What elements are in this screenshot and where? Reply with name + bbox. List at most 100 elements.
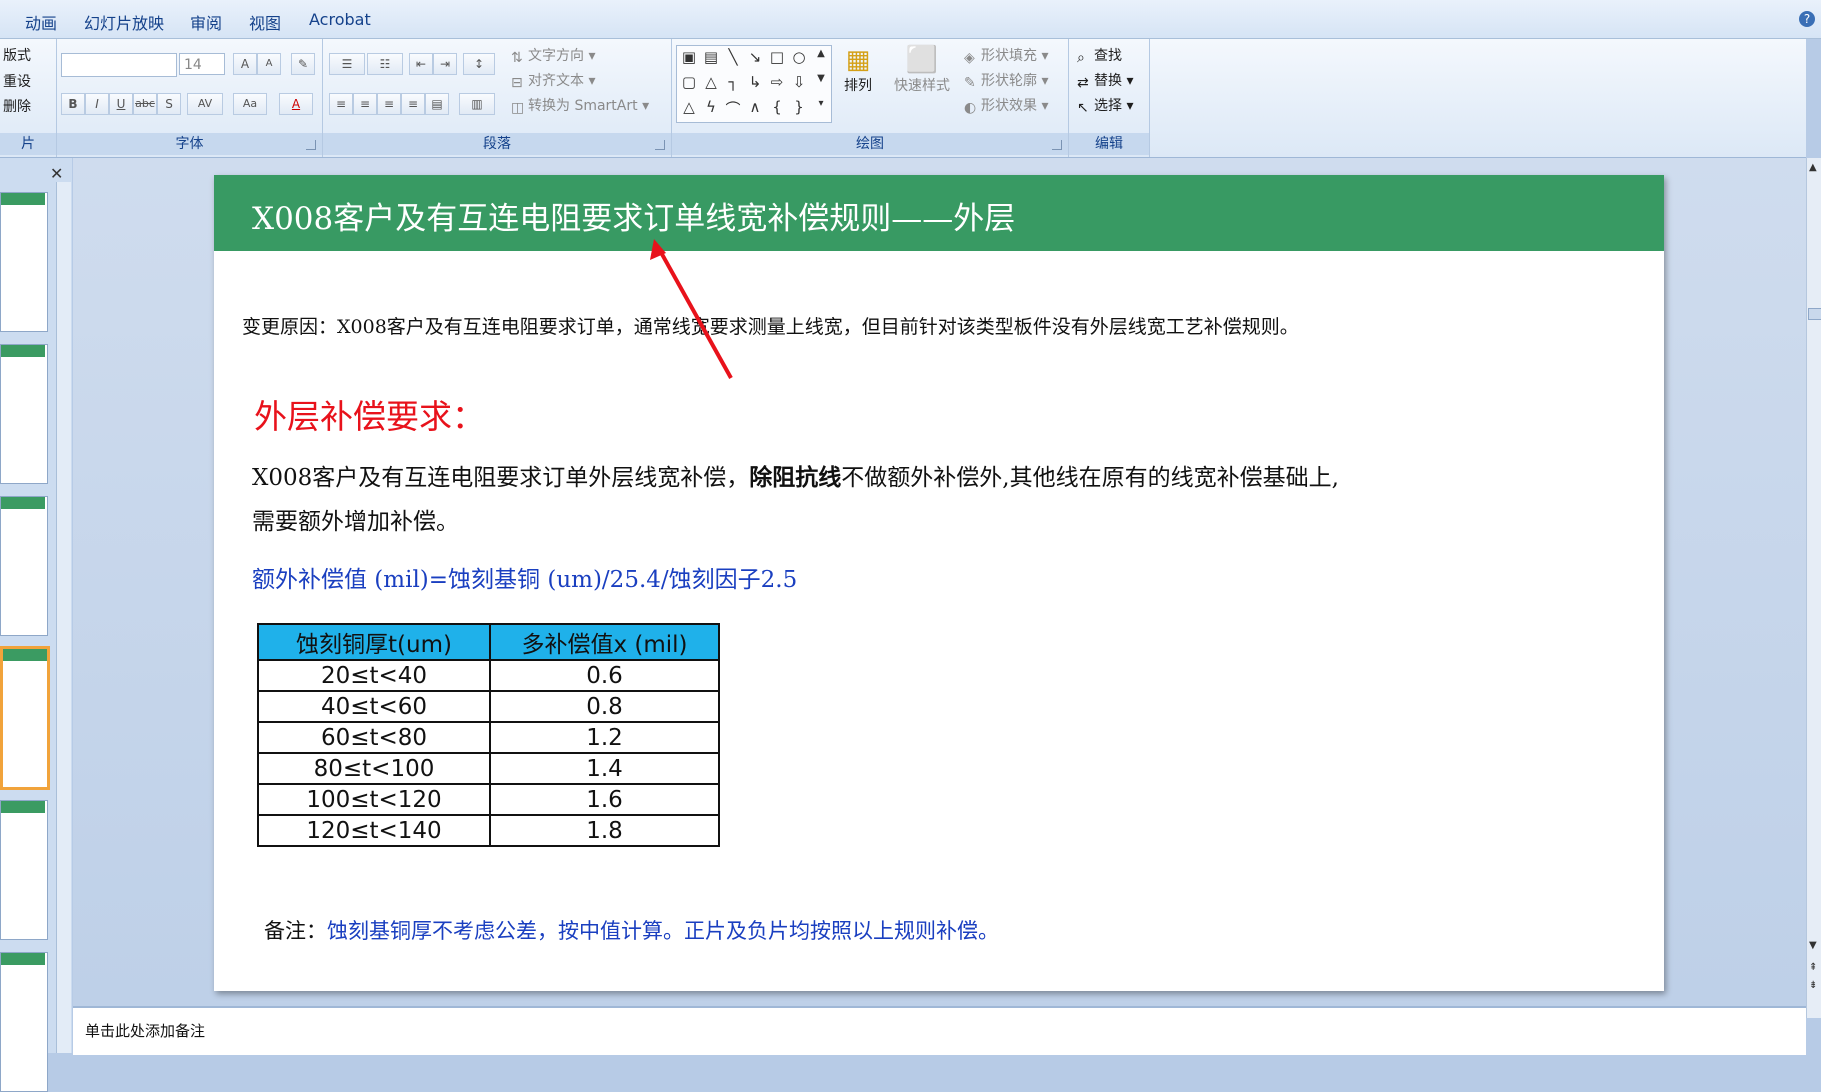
- shrink-font-button[interactable]: A: [257, 53, 281, 75]
- shapes-gallery[interactable]: ▣ ▤ ╲ ↘ □ ○ ▢ △ ┐ ↳ ⇨ ⇩ △ ϟ ⌒ ∧ { } ▲ ▼ …: [676, 45, 832, 123]
- shape-fill-button[interactable]: ◈ 形状填充 ▾: [964, 45, 1048, 66]
- change-reason-text[interactable]: 变更原因：X008客户及有互连电阻要求订单，通常线宽要求测量上线宽，但目前针对该…: [242, 312, 1299, 339]
- textbox-shape-icon[interactable]: ▣: [679, 48, 699, 66]
- notes-pane[interactable]: 单击此处添加备注: [73, 1006, 1806, 1055]
- gallery-more-icon[interactable]: ▾: [811, 98, 831, 109]
- help-icon[interactable]: ?: [1799, 11, 1815, 27]
- slide[interactable]: X008客户及有互连电阻要求订单线宽补偿规则——外层 变更原因：X008客户及有…: [214, 175, 1664, 991]
- scroll-up-icon[interactable]: ▲: [1809, 162, 1817, 173]
- paragraph-dialog-launcher[interactable]: [655, 140, 665, 150]
- line-shape-icon[interactable]: ╲: [723, 48, 743, 66]
- numbering-button[interactable]: ☷: [367, 53, 403, 75]
- gallery-scroll-up-icon[interactable]: ▲: [811, 48, 831, 59]
- font-dialog-launcher[interactable]: [306, 140, 316, 150]
- change-case-button[interactable]: Aa: [233, 93, 267, 115]
- rounded-rect-icon[interactable]: ▢: [679, 73, 699, 91]
- arrange-button[interactable]: ▦ 排列: [836, 45, 880, 125]
- menu-animations[interactable]: 动画: [25, 10, 57, 34]
- vertical-textbox-icon[interactable]: ▤: [701, 48, 721, 66]
- lightning-shape-icon[interactable]: ϟ: [701, 98, 721, 116]
- slides-pane-scrollbar[interactable]: [56, 182, 71, 1053]
- increase-indent-button[interactable]: ⇥: [433, 53, 457, 75]
- table-cell: 1.4: [489, 752, 720, 785]
- scroll-thumb[interactable]: [1808, 308, 1821, 320]
- table-cell: 1.2: [489, 721, 720, 754]
- requirement-line-2[interactable]: 需要额外增加补偿。: [252, 502, 459, 536]
- bullets-button[interactable]: ☰: [329, 53, 365, 75]
- line-spacing-button[interactable]: ↕: [463, 53, 495, 75]
- slide-thumbnail-2[interactable]: [0, 344, 48, 484]
- right-brace-icon[interactable]: }: [789, 98, 809, 116]
- columns-button[interactable]: ▥: [459, 93, 495, 115]
- left-brace-icon[interactable]: {: [767, 98, 787, 116]
- distribute-button[interactable]: ▤: [425, 93, 449, 115]
- title-bar: X008客户及有互连电阻要求订单线宽补偿规则——外层: [214, 175, 1664, 251]
- thumbnail-title-bar: [1, 953, 45, 965]
- align-left-button[interactable]: ≡: [329, 93, 353, 115]
- requirement-heading[interactable]: 外层补偿要求：: [254, 390, 485, 438]
- triangle-shape-icon[interactable]: △: [701, 73, 721, 91]
- italic-button[interactable]: I: [85, 93, 109, 115]
- quick-styles-button[interactable]: ⬜ 快速样式: [890, 45, 954, 125]
- oval-shape-icon[interactable]: ○: [789, 48, 809, 66]
- menu-view[interactable]: 视图: [249, 10, 281, 34]
- scroll-down-icon[interactable]: ▼: [1809, 940, 1817, 951]
- slide-thumbnail-5[interactable]: [0, 800, 48, 940]
- text-direction-button[interactable]: ⇅ 文字方向 ▾: [511, 45, 595, 66]
- grow-font-button[interactable]: A: [233, 53, 257, 75]
- curve-shape-icon[interactable]: ∧: [745, 98, 765, 116]
- notes-placeholder[interactable]: 单击此处添加备注: [85, 1020, 205, 1041]
- justify-button[interactable]: ≡: [401, 93, 425, 115]
- align-text-button[interactable]: ⊟ 对齐文本 ▾: [511, 70, 595, 91]
- slide-title[interactable]: X008客户及有互连电阻要求订单线宽补偿规则——外层: [252, 193, 1015, 238]
- arc-shape-icon[interactable]: ⌒: [723, 98, 743, 119]
- layout-button[interactable]: 版式: [3, 45, 31, 65]
- decrease-indent-button[interactable]: ⇤: [409, 53, 433, 75]
- rectangle-shape-icon[interactable]: □: [767, 48, 787, 66]
- vertical-scrollbar[interactable]: ▲ ▼ ⇞ ⇟: [1806, 158, 1821, 1018]
- reset-button[interactable]: 重设: [3, 71, 31, 91]
- slide-thumbnail-current[interactable]: [0, 646, 50, 790]
- slide-thumbnail-3[interactable]: [0, 496, 48, 636]
- font-color-button[interactable]: A: [279, 93, 313, 115]
- char-spacing-button[interactable]: AV: [187, 93, 223, 115]
- formula-text[interactable]: 额外补偿值 (mil)=蚀刻基铜 (um)/25.4/蚀刻因子2.5: [252, 560, 797, 594]
- shape-effects-button[interactable]: ◐ 形状效果 ▾: [964, 95, 1048, 116]
- delete-button[interactable]: 删除: [3, 96, 31, 116]
- align-center-button[interactable]: ≡: [353, 93, 377, 115]
- next-slide-icon[interactable]: ⇟: [1809, 980, 1817, 991]
- close-pane-icon[interactable]: ✕: [50, 164, 63, 183]
- down-arrow-shape-icon[interactable]: ⇩: [789, 73, 809, 91]
- find-button[interactable]: ⌕ 查找: [1077, 45, 1122, 66]
- menu-acrobat[interactable]: Acrobat: [309, 10, 371, 29]
- font-size-input[interactable]: 14: [179, 53, 225, 75]
- arrow-line-icon[interactable]: ↘: [745, 48, 765, 66]
- table-row: 40≤t<60 0.8: [257, 690, 720, 723]
- requirement-line-1[interactable]: X008客户及有互连电阻要求订单外层线宽补偿，除阻抗线不做额外补偿外,其他线在原…: [252, 458, 1339, 492]
- strike-button[interactable]: abc: [133, 93, 157, 115]
- shape-outline-button[interactable]: ✎ 形状轮廓 ▾: [964, 70, 1048, 91]
- bold-button[interactable]: B: [61, 93, 85, 115]
- align-right-button[interactable]: ≡: [377, 93, 401, 115]
- previous-slide-icon[interactable]: ⇞: [1809, 962, 1817, 973]
- freeform-shape-icon[interactable]: △: [679, 98, 699, 116]
- underline-button[interactable]: U: [109, 93, 133, 115]
- slide-thumbnail-1[interactable]: [0, 192, 48, 332]
- compensation-table[interactable]: 蚀刻铜厚t(um) 多补偿值x (mil) 20≤t<40 0.6 40≤t<60…: [257, 623, 720, 847]
- replace-button[interactable]: ⇄ 替换 ▾: [1077, 70, 1133, 91]
- elbow-connector-icon[interactable]: ┐: [723, 73, 743, 91]
- shape-outline-label: 形状轮廓: [981, 73, 1037, 89]
- right-arrow-shape-icon[interactable]: ⇨: [767, 73, 787, 91]
- menu-slideshow[interactable]: 幻灯片放映: [84, 10, 164, 34]
- elbow-arrow-icon[interactable]: ↳: [745, 73, 765, 91]
- font-name-input[interactable]: [61, 53, 177, 77]
- note-text[interactable]: 备注：蚀刻基铜厚不考虑公差，按中值计算。正片及负片均按照以上规则补偿。: [264, 915, 999, 945]
- shadow-button[interactable]: S: [157, 93, 181, 115]
- gallery-scroll-down-icon[interactable]: ▼: [811, 73, 831, 84]
- select-button[interactable]: ↖ 选择 ▾: [1077, 95, 1133, 116]
- clear-format-button[interactable]: ✎: [291, 53, 315, 75]
- smartart-button[interactable]: ◫ 转换为 SmartArt ▾: [511, 95, 649, 116]
- slide-thumbnail-6[interactable]: [0, 952, 48, 1092]
- menu-review[interactable]: 审阅: [190, 10, 222, 34]
- drawing-dialog-launcher[interactable]: [1052, 140, 1062, 150]
